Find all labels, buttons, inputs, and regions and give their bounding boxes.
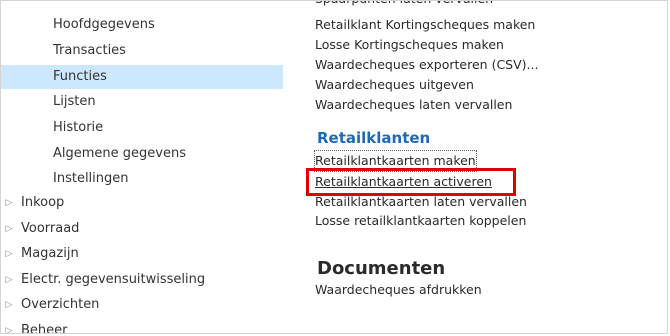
expand-arrow-icon[interactable]: ▷ [3,293,15,317]
link-losse-retailklantkaarten-koppelen[interactable]: Losse retailklantkaarten koppelen [315,211,526,231]
nav-item-inkoop[interactable]: ▷ Inkoop [6,191,65,215]
navigation-tree: Hoofdgegevens Transacties Functies Lijst… [1,1,283,333]
nav-item-historie[interactable]: Historie [53,116,103,140]
expand-arrow-icon[interactable]: ▷ [3,242,15,266]
screenshot-frame: Hoofdgegevens Transacties Functies Lijst… [0,0,668,334]
nav-item-algemene-gegevens[interactable]: Algemene gegevens [53,142,186,166]
nav-item-transacties[interactable]: Transacties [53,39,126,63]
nav-item-label: Transacties [53,43,126,58]
expand-arrow-icon[interactable]: ▷ [3,319,15,333]
nav-item-functies[interactable]: Functies [53,65,107,89]
nav-item-instellingen[interactable]: Instellingen [53,167,129,191]
section-title-retailklanten: Retailklanten [317,129,431,147]
link-waardecheques-uitgeven[interactable]: Waardecheques uitgeven [315,75,474,95]
annotation-highlight-box [306,168,516,196]
link-waardecheques-laten-vervallen[interactable]: Waardecheques laten vervallen [315,95,512,115]
expand-arrow-icon[interactable]: ▷ [3,191,15,215]
nav-item-lijsten[interactable]: Lijsten [53,90,96,114]
expand-arrow-icon[interactable]: ▷ [3,268,15,292]
nav-item-beheer[interactable]: ▷ Beheer [6,319,68,334]
nav-item-voorraad[interactable]: ▷ Voorraad [6,217,80,241]
nav-selection-highlight [1,65,283,89]
nav-item-label: Inkoop [21,195,65,210]
nav-item-hoofdgegevens[interactable]: Hoofdgegevens [53,13,155,37]
nav-item-label: Functies [53,69,107,84]
nav-item-label: Algemene gegevens [53,146,186,161]
nav-item-label: Voorraad [21,221,80,236]
nav-item-label: Lijsten [53,94,96,109]
expand-arrow-icon[interactable]: ▷ [3,217,15,241]
link-retailklant-kortingscheques-maken[interactable]: Retailklant Kortingscheques maken [315,15,535,35]
nav-item-label: Historie [53,120,104,135]
nav-item-electr-gegevensuitwisseling[interactable]: ▷ Electr. gegevensuitwisseling [6,268,206,292]
nav-item-magazijn[interactable]: ▷ Magazijn [6,242,79,266]
link-losse-kortingscheques-maken[interactable]: Losse Kortingscheques maken [315,35,504,55]
nav-item-label: Magazijn [21,246,79,261]
function-panel: Spaarpunten laten vervallen Retailklant … [314,1,655,333]
nav-item-label: Beheer [21,323,68,334]
section-title-documenten: Documenten [317,258,446,279]
link-spaarpunten-laten-vervallen[interactable]: Spaarpunten laten vervallen [315,1,493,9]
nav-item-label: Overzichten [21,297,100,312]
nav-item-label: Instellingen [53,171,129,186]
nav-item-overzichten[interactable]: ▷ Overzichten [6,293,100,317]
nav-item-label: Electr. gegevensuitwisseling [21,272,206,287]
link-waardecheques-afdrukken[interactable]: Waardecheques afdrukken [315,280,482,300]
link-waardecheques-exporteren[interactable]: Waardecheques exporteren (CSV)... [315,55,538,75]
nav-item-label: Hoofdgegevens [53,17,155,32]
